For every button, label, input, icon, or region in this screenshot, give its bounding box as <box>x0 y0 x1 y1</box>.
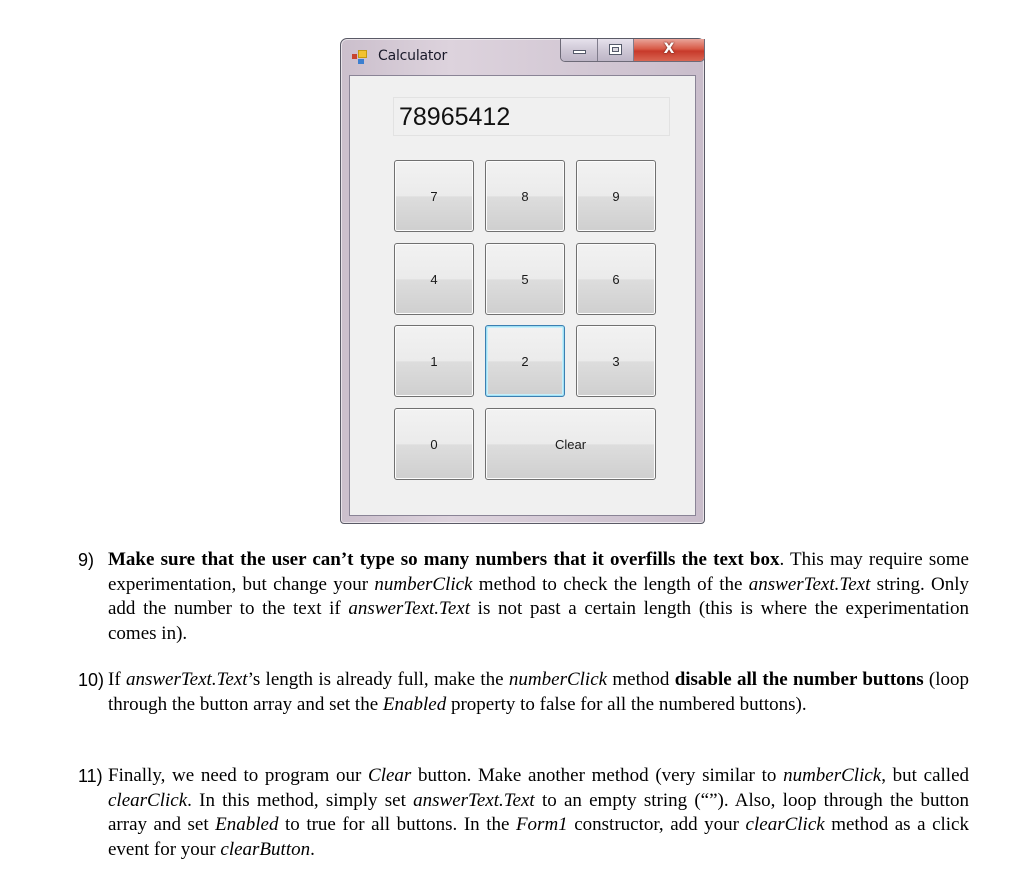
close-icon: X <box>663 41 675 57</box>
text-run: constructor, add your <box>567 814 746 835</box>
italic-text-run: Clear <box>368 765 412 786</box>
item-text: Finally, we need to program our Clear bu… <box>108 764 969 862</box>
italic-text-run: answerText.Text <box>348 598 471 619</box>
text-run: ’s length is already full, make the <box>247 669 509 690</box>
form-client-area: 78965412 7 8 9 4 5 6 1 2 3 0 Clear <box>349 75 696 516</box>
title-bar[interactable]: Calculator X <box>341 39 705 75</box>
number-button-6[interactable]: 6 <box>576 243 656 315</box>
calculator-window: Calculator X 78965412 7 8 9 4 5 6 1 2 3 … <box>340 38 705 524</box>
number-button-0[interactable]: 0 <box>394 408 474 480</box>
number-button-1[interactable]: 1 <box>394 325 474 397</box>
text-run: , but called <box>881 765 969 786</box>
text-run: If <box>108 669 126 690</box>
item-number: 10) <box>78 670 105 690</box>
item-text: If answerText.Text’s length is already f… <box>108 668 969 717</box>
minimize-button[interactable] <box>561 39 598 61</box>
instruction-item-9: 9) Make sure that the user can’t type so… <box>78 548 969 646</box>
window-title: Calculator <box>378 48 448 64</box>
italic-text-run: Form1 <box>515 814 568 835</box>
italic-text-run: Enabled <box>215 814 279 835</box>
italic-text-run: clearClick <box>108 789 188 811</box>
italic-text-run: clearButton <box>220 838 311 860</box>
text-run: property to false for all the numbered b… <box>446 693 807 715</box>
item-text: Make sure that the user can’t type so ma… <box>108 548 969 646</box>
instruction-item-10: 10) If answerText.Text’s length is alrea… <box>78 668 969 717</box>
answer-text-box[interactable]: 78965412 <box>393 97 670 136</box>
text-run: button. Make another method (very simila… <box>411 765 784 786</box>
text-run: to true for all buttons. In the <box>278 814 516 835</box>
number-button-2[interactable]: 2 <box>485 325 565 397</box>
italic-text-run: numberClick <box>508 669 608 690</box>
number-button-5[interactable]: 5 <box>485 243 565 315</box>
italic-text-run: answerText.Text <box>748 573 871 595</box>
instruction-item-11: 11) Finally, we need to program our Clea… <box>78 764 969 862</box>
maximize-button[interactable] <box>598 39 634 61</box>
item-number: 11) <box>78 766 103 786</box>
text-run: Finally, we need to program our <box>108 765 369 786</box>
close-button[interactable]: X <box>634 39 704 61</box>
italic-text-run: Enabled <box>382 693 447 715</box>
minimize-icon <box>573 50 586 54</box>
text-run: . <box>310 838 315 860</box>
italic-text-run: answerText.Text <box>413 789 535 811</box>
italic-text-run: answerText.Text <box>125 669 248 690</box>
italic-text-run: numberClick <box>374 573 473 595</box>
number-button-3[interactable]: 3 <box>576 325 656 397</box>
item-number: 9) <box>78 550 95 570</box>
caption-buttons: X <box>560 39 705 62</box>
number-button-7[interactable]: 7 <box>394 160 474 232</box>
bold-text-run: disable all the number buttons <box>674 669 924 690</box>
text-run: . In this method, simply set <box>187 789 414 811</box>
italic-text-run: clearClick <box>745 814 825 835</box>
maximize-icon <box>609 44 622 55</box>
app-form-icon <box>352 50 368 64</box>
text-run: method to check the length of the <box>472 573 749 595</box>
number-button-9[interactable]: 9 <box>576 160 656 232</box>
number-button-8[interactable]: 8 <box>485 160 565 232</box>
number-button-4[interactable]: 4 <box>394 243 474 315</box>
bold-text-run: Make sure that the user can’t type so ma… <box>108 549 780 570</box>
clear-button[interactable]: Clear <box>485 408 656 480</box>
italic-text-run: numberClick <box>783 765 882 786</box>
text-run: method <box>607 669 675 690</box>
